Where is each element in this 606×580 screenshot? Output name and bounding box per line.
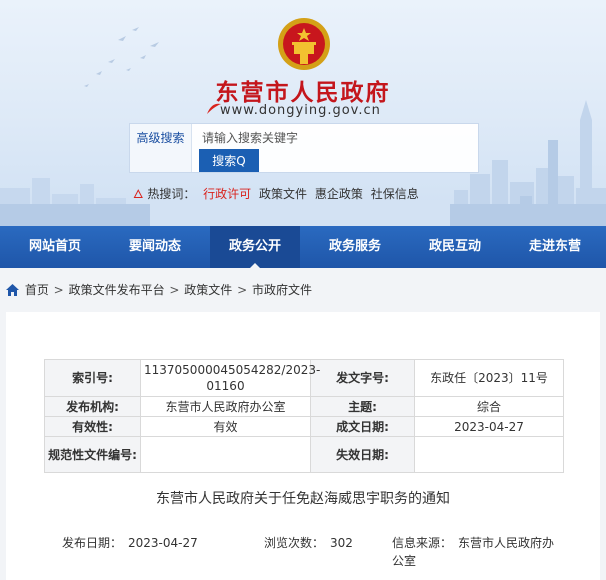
breadcrumb-policy-files[interactable]: 政策文件: [184, 283, 232, 297]
issuer-label: 发布机构:: [44, 396, 141, 417]
document-meta-table: 索引号: 113705000045054282/2023-01160 发文字号:…: [44, 359, 564, 473]
nav-item-gov-affairs-open[interactable]: 政务公开: [210, 226, 300, 268]
hotword-link[interactable]: 行政许可: [203, 187, 251, 201]
fire-icon: 🜂: [133, 187, 144, 201]
view-count: 浏览次数： 302: [264, 534, 353, 551]
nav-item-about-dongying[interactable]: 走进东营: [510, 226, 600, 268]
written-date-value: 2023-04-27: [414, 416, 564, 437]
breadcrumb: 首页 > 政策文件发布平台 > 政策文件 > 市政府文件: [6, 280, 312, 300]
validity-value: 有效: [140, 416, 311, 437]
main-nav: 网站首页 要闻动态 政务公开 政务服务 政民互动 走进东营: [0, 226, 606, 268]
nav-item-home[interactable]: 网站首页: [10, 226, 100, 268]
table-row: 索引号: 113705000045054282/2023-01160 发文字号:…: [44, 359, 564, 397]
search-box: 高级搜索 搜索Q: [129, 123, 479, 173]
active-caret-icon: [250, 263, 260, 268]
info-source-label: 信息来源：: [392, 536, 453, 550]
norm-number-label: 规范性文件编号:: [44, 436, 141, 473]
hotword-link[interactable]: 惠企政策: [315, 187, 363, 201]
table-row: 规范性文件编号: 失效日期:: [44, 436, 564, 473]
nav-item-interaction[interactable]: 政民互动: [410, 226, 500, 268]
breadcrumb-separator: >: [53, 283, 64, 297]
site-title: 东营市人民政府: [215, 80, 391, 106]
hotwords-label: 热搜词：: [147, 187, 196, 201]
breadcrumb-separator: >: [237, 283, 248, 297]
breadcrumb-home[interactable]: 首页: [25, 283, 49, 297]
national-emblem-icon: [278, 18, 330, 70]
nav-item-label: 政务公开: [228, 239, 281, 254]
publish-date: 发布日期： 2023-04-27: [62, 534, 198, 551]
search-button[interactable]: 搜索Q: [199, 149, 259, 172]
issuer-value: 东营市人民政府办公室: [140, 396, 311, 417]
topic-value: 综合: [414, 396, 564, 417]
search-input[interactable]: [202, 128, 472, 148]
written-date-label: 成文日期:: [310, 416, 415, 437]
breadcrumb-policy-platform[interactable]: 政策文件发布平台: [69, 283, 165, 297]
expire-date-value: [414, 436, 564, 473]
breadcrumb-separator: >: [169, 283, 180, 297]
advanced-search-link[interactable]: 高级搜索: [130, 124, 192, 172]
site-url: www.dongying.gov.cn: [220, 103, 381, 118]
index-value: 113705000045054282/2023-01160: [140, 359, 320, 397]
hotword-link[interactable]: 社保信息: [371, 187, 419, 201]
table-row: 有效性: 有效 成文日期: 2023-04-27: [44, 416, 564, 437]
validity-label: 有效性:: [44, 416, 141, 437]
docno-label: 发文字号:: [310, 359, 415, 397]
norm-number-value: [140, 436, 311, 473]
index-label: 索引号:: [44, 359, 141, 397]
home-icon: [6, 284, 19, 296]
publish-date-label: 发布日期：: [62, 536, 123, 550]
breadcrumb-city-gov-files[interactable]: 市政府文件: [252, 283, 312, 297]
expire-date-label: 失效日期:: [310, 436, 415, 473]
topic-label: 主题:: [310, 396, 415, 417]
view-count-value: 302: [330, 536, 353, 550]
publish-date-value: 2023-04-27: [128, 536, 198, 550]
nav-item-gov-services[interactable]: 政务服务: [310, 226, 400, 268]
docno-value: 东政任〔2023〕11号: [414, 359, 564, 397]
site-header: 东营市人民政府 www.dongying.gov.cn 高级搜索 搜索Q 🜂 热…: [0, 0, 606, 226]
document-panel: 索引号: 113705000045054282/2023-01160 发文字号:…: [6, 312, 600, 580]
info-source: 信息来源： 东营市人民政府办公室: [392, 534, 562, 570]
hotword-link[interactable]: 政策文件: [259, 187, 307, 201]
table-row: 发布机构: 东营市人民政府办公室 主题: 综合: [44, 396, 564, 417]
nav-item-news[interactable]: 要闻动态: [110, 226, 200, 268]
view-count-label: 浏览次数：: [264, 536, 325, 550]
document-title: 东营市人民政府关于任免赵海威思宇职务的通知: [156, 491, 450, 507]
hot-search-words: 🜂 热搜词： 行政许可 政策文件 惠企政策 社保信息: [133, 180, 419, 205]
